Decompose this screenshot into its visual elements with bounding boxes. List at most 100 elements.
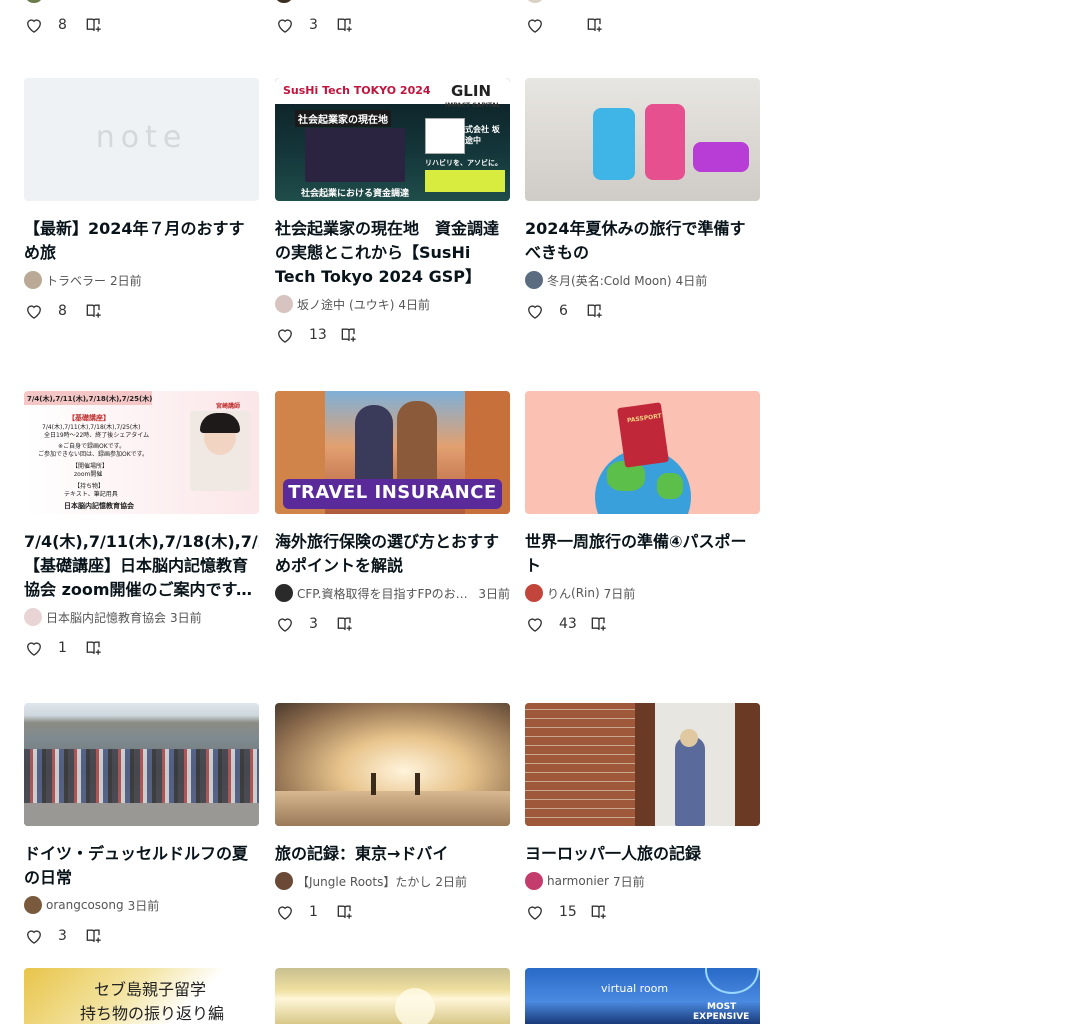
magazine-add-icon[interactable] — [585, 301, 605, 321]
article-meta: 【Jungle Roots】たかし 2日前 — [275, 872, 510, 890]
thumb-text: virtual room — [601, 982, 669, 995]
avatar[interactable] — [275, 584, 293, 602]
author-name[interactable]: 冬月 — [547, 272, 571, 289]
heart-icon[interactable] — [24, 926, 44, 946]
article-thumbnail[interactable]: セブ島親子留学 持ち物の振り返り編 — [24, 968, 259, 1024]
magazine-add-icon[interactable] — [84, 926, 104, 946]
article-thumbnail[interactable]: note — [24, 78, 259, 201]
author-note: (ユウキ) — [349, 297, 395, 312]
post-time: 3日前 — [127, 898, 160, 913]
avatar[interactable] — [24, 271, 42, 289]
magazine-add-icon[interactable] — [585, 15, 605, 35]
article-thumbnail[interactable] — [525, 78, 760, 201]
author-name[interactable]: りん — [547, 585, 571, 602]
author-name[interactable]: トラベラー — [46, 272, 106, 289]
card-actions: 3 — [275, 612, 510, 636]
author-name[interactable]: 坂ノ途中 — [297, 296, 345, 313]
article-thumbnail[interactable] — [275, 968, 510, 1024]
author-name[interactable]: harmonier — [547, 874, 609, 888]
heart-icon[interactable] — [525, 614, 545, 634]
article-card[interactable]: 7/4(木),7/11(木),7/18(木),7/25(木) 【基礎講座】 7/… — [24, 391, 259, 660]
article-thumbnail[interactable] — [24, 703, 259, 826]
article-thumbnail[interactable]: 7/4(木),7/11(木),7/18(木),7/25(木) 【基礎講座】 7/… — [24, 391, 259, 514]
article-meta: 日本脳内記憶教育協会 3日前 — [24, 608, 259, 626]
like-count: 1 — [58, 640, 67, 656]
magazine-add-icon[interactable] — [84, 638, 104, 658]
thumb-caption: 社会起業における資金調達 — [301, 189, 410, 199]
avatar[interactable] — [275, 295, 293, 313]
article-card[interactable]: note 【最新】2024年７月のおすすめ旅 トラベラー 2日前 8 — [24, 78, 259, 323]
heart-icon[interactable] — [275, 902, 295, 922]
magazine-add-icon[interactable] — [339, 325, 359, 345]
avatar[interactable] — [525, 584, 543, 602]
article-card[interactable]: ヨーロッパ一人旅の記録 harmonier 7日前 15 — [525, 703, 760, 924]
thumb-text: EXPENSIVE — [693, 1012, 750, 1022]
article-card[interactable]: 旅の記録：東京→ドバイ 【Jungle Roots】たかし 2日前 1 — [275, 703, 510, 924]
thumb-brand-box — [425, 170, 505, 192]
article-meta: 冬月 (英名:Cold Moon) 4日前 — [525, 271, 760, 289]
article-card[interactable]: ドイツ・デュッセルドルフの夏の日常 orangcosong 3日前 3 — [24, 703, 259, 948]
thumb-text: 全日19時〜22時、終了後シェアタイム — [44, 432, 150, 439]
heart-icon[interactable] — [525, 902, 545, 922]
avatar[interactable] — [525, 271, 543, 289]
card-actions: 15 — [525, 900, 760, 924]
heart-icon[interactable] — [24, 301, 44, 321]
article-title[interactable]: 世界一周旅行の準備④パスポート — [525, 530, 760, 578]
article-title[interactable]: 旅の記録：東京→ドバイ — [275, 842, 510, 866]
avatar[interactable] — [24, 896, 42, 914]
article-title[interactable]: ドイツ・デュッセルドルフの夏の日常 — [24, 842, 259, 890]
heart-icon[interactable] — [275, 15, 295, 35]
article-thumbnail[interactable]: SusHi Tech TOKYO 2024 GLIN IMPACT CAPITA… — [275, 78, 510, 201]
article-title[interactable]: 社会起業家の現在地 資金調達の実態とこれから【SusHi Tech Tokyo … — [275, 217, 510, 289]
heart-icon[interactable] — [24, 15, 44, 35]
article-thumbnail[interactable]: PASSPORT — [525, 391, 760, 514]
author-name[interactable]: CFP.資格取得を目指すFPのお金のnote｜... — [297, 585, 474, 602]
article-meta: CFP.資格取得を目指すFPのお金のnote｜... 3日前 — [275, 584, 510, 602]
heart-icon[interactable] — [275, 614, 295, 634]
like-count: 43 — [559, 616, 577, 632]
article-card[interactable]: SusHi Tech TOKYO 2024 GLIN IMPACT CAPITA… — [275, 78, 510, 347]
magazine-add-icon[interactable] — [335, 902, 355, 922]
heart-icon[interactable] — [275, 325, 295, 345]
card-actions: 8 — [24, 15, 104, 35]
author-name[interactable]: 【Jungle Roots】たかし — [297, 873, 431, 890]
article-card[interactable]: 2024年夏休みの旅行で準備すべきもの 冬月 (英名:Cold Moon) 4日… — [525, 78, 760, 323]
avatar[interactable] — [24, 608, 42, 626]
card-actions: 6 — [525, 299, 760, 323]
magazine-add-icon[interactable] — [84, 15, 104, 35]
magazine-add-icon[interactable] — [589, 614, 609, 634]
thumb-text: 宮崎講師 — [216, 403, 241, 410]
article-card[interactable]: TRAVEL INSURANCE 海外旅行保険の選び方とおすすめポイントを解説 … — [275, 391, 510, 636]
magazine-add-icon[interactable] — [335, 15, 355, 35]
article-title[interactable]: ヨーロッパ一人旅の記録 — [525, 842, 760, 866]
article-title[interactable]: 海外旅行保険の選び方とおすすめポイントを解説 — [275, 530, 510, 578]
thumb-ground — [24, 803, 259, 826]
article-thumbnail[interactable] — [525, 703, 760, 826]
article-title[interactable]: 【最新】2024年７月のおすすめ旅 — [24, 217, 259, 265]
article-thumbnail[interactable]: virtual room MOST EXPENSIVE — [525, 968, 760, 1024]
like-count: 3 — [309, 17, 318, 33]
magazine-add-icon[interactable] — [335, 614, 355, 634]
like-count: 6 — [559, 303, 568, 319]
article-thumbnail[interactable]: TRAVEL INSURANCE — [275, 391, 510, 514]
heart-icon[interactable] — [525, 15, 545, 35]
magazine-add-icon[interactable] — [589, 902, 609, 922]
avatar[interactable] — [275, 872, 293, 890]
article-thumbnail[interactable] — [275, 703, 510, 826]
post-time: 2日前 — [110, 273, 142, 288]
heart-icon[interactable] — [24, 638, 44, 658]
avatar[interactable] — [525, 872, 543, 890]
magazine-add-icon[interactable] — [84, 301, 104, 321]
post-time: 3日前 — [170, 610, 202, 625]
author-name[interactable]: 日本脳内記憶教育協会 — [46, 609, 166, 626]
thumb-person — [415, 773, 420, 795]
article-title[interactable]: 2024年夏休みの旅行で準備すべきもの — [525, 217, 760, 265]
thumb-circle — [705, 968, 759, 994]
article-card[interactable]: PASSPORT 世界一周旅行の準備④パスポート りん (Rin) 7日前 43 — [525, 391, 760, 636]
thumb-person-head — [680, 729, 698, 747]
article-meta: harmonier 7日前 — [525, 872, 760, 890]
heart-icon[interactable] — [525, 301, 545, 321]
author-name[interactable]: orangcosong — [46, 898, 124, 912]
thumb-banner-text: SusHi Tech TOKYO 2024 — [283, 84, 431, 97]
article-title[interactable]: 7/4(木),7/11(木),7/18(木),7/25(木)【基礎講座】日本脳内… — [24, 530, 259, 602]
